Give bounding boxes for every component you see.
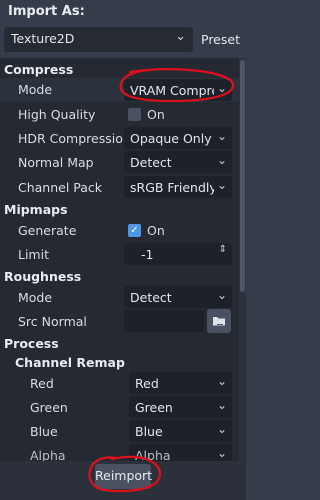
- import-type-value: Texture2D: [11, 31, 75, 46]
- high-quality-checkbox[interactable]: [128, 108, 141, 121]
- section-channel-remap[interactable]: Channel Remap: [15, 355, 125, 370]
- chevron-down-icon: ⌄: [213, 374, 227, 388]
- remap-alpha-select[interactable]: Alpha ⌄: [129, 444, 232, 461]
- src-normal-path-field[interactable]: [124, 310, 204, 332]
- import-type-select[interactable]: Texture2D ⌄: [4, 27, 193, 52]
- normal-map-label: Normal Map: [18, 155, 94, 170]
- generate-label: Generate: [18, 223, 77, 238]
- hdr-compression-label: HDR Compression: [18, 131, 131, 146]
- chevron-down-icon: ⌄: [213, 178, 227, 192]
- limit-label: Limit: [18, 247, 49, 262]
- limit-spinbox[interactable]: -1 ⇕: [124, 243, 232, 265]
- chevron-down-icon: ⌄: [213, 446, 227, 460]
- import-as-title: Import As:: [8, 4, 85, 19]
- channel-pack-select[interactable]: sRGB Friendly ⌄: [124, 176, 232, 198]
- roughness-mode-label: Mode: [18, 290, 53, 305]
- remap-green-value: Green: [135, 400, 173, 415]
- remap-red-value: Red: [135, 376, 159, 391]
- remap-green-select[interactable]: Green ⌄: [129, 396, 232, 418]
- chevron-down-icon: ⌄: [175, 29, 186, 44]
- hdr-compression-value: Opaque Only: [130, 131, 212, 146]
- remap-blue-label: Blue: [30, 424, 58, 439]
- roughness-mode-value: Detect: [130, 290, 172, 305]
- normal-map-value: Detect: [130, 155, 172, 170]
- channel-pack-value: sRGB Friendly: [130, 180, 217, 195]
- chevron-down-icon: ⌄: [213, 129, 227, 143]
- high-quality-value: On: [147, 107, 165, 122]
- remap-green-label: Green: [30, 400, 68, 415]
- generate-checkbox[interactable]: ✓: [128, 224, 141, 237]
- chevron-down-icon: ⌄: [213, 398, 227, 412]
- compress-mode-select[interactable]: VRAM Compres ⌄: [124, 79, 232, 101]
- section-mipmaps[interactable]: Mipmaps: [4, 202, 68, 217]
- hdr-compression-select[interactable]: Opaque Only ⌄: [124, 127, 232, 149]
- high-quality-label: High Quality: [18, 107, 96, 122]
- compress-mode-label: Mode: [18, 82, 53, 97]
- remap-red-select[interactable]: Red ⌄: [129, 372, 232, 394]
- remap-blue-select[interactable]: Blue ⌄: [129, 420, 232, 442]
- remap-blue-value: Blue: [135, 424, 163, 439]
- limit-value: -1: [141, 247, 154, 262]
- folder-icon: [213, 317, 225, 326]
- scrollbar-thumb[interactable]: [240, 60, 245, 292]
- chevron-down-icon: ⌄: [213, 81, 227, 95]
- reimport-button[interactable]: Reimport: [95, 464, 152, 489]
- checkmark-icon: ✓: [130, 225, 139, 236]
- src-normal-browse-button[interactable]: [207, 309, 231, 333]
- compress-mode-value: VRAM Compres: [130, 83, 226, 98]
- section-process[interactable]: Process: [4, 336, 59, 351]
- remap-alpha-value: Alpha: [135, 448, 171, 461]
- preset-button[interactable]: Preset: [201, 32, 240, 47]
- roughness-mode-select[interactable]: Detect ⌄: [124, 286, 232, 308]
- src-normal-label: Src Normal: [18, 314, 87, 329]
- chevron-down-icon: ⌄: [213, 422, 227, 436]
- normal-map-select[interactable]: Detect ⌄: [124, 151, 232, 173]
- chevron-down-icon: ⌄: [213, 153, 227, 167]
- generate-value: On: [147, 223, 165, 238]
- section-roughness[interactable]: Roughness: [4, 269, 81, 284]
- chevron-down-icon: ⌄: [213, 288, 227, 302]
- section-compress[interactable]: Compress: [4, 62, 73, 77]
- remap-red-label: Red: [30, 376, 54, 391]
- spinner-arrows-icon[interactable]: ⇕: [215, 244, 227, 255]
- channel-pack-label: Channel Pack: [18, 180, 103, 195]
